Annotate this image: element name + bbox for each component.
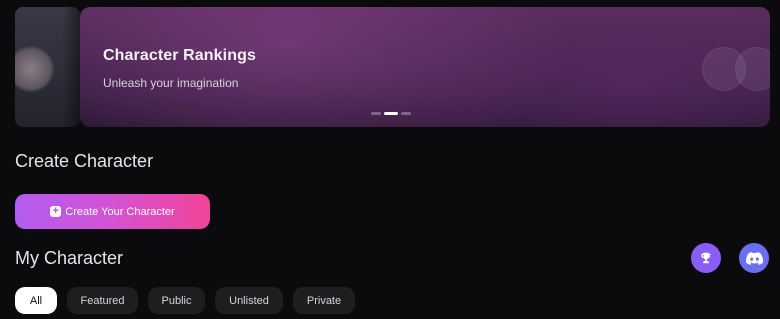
character-filter-tabs: All Featured Public Unlisted Private: [15, 287, 355, 314]
filter-unlisted[interactable]: Unlisted: [215, 287, 283, 314]
filter-private[interactable]: Private: [293, 287, 355, 314]
plus-icon: +: [50, 206, 62, 217]
create-your-character-button[interactable]: + Create Your Character: [15, 194, 210, 229]
create-character-heading: Create Character: [15, 151, 154, 171]
decorative-circle: [735, 47, 770, 91]
discord-button[interactable]: [739, 243, 769, 273]
slide-thumbnail-image: [15, 47, 53, 91]
previous-slide-card[interactable]: [15, 7, 80, 127]
filter-public[interactable]: Public: [148, 287, 205, 314]
banner-slide-character-rankings[interactable]: Character Rankings Unleash your imaginat…: [80, 7, 770, 127]
my-character-heading: My Character: [15, 248, 124, 268]
rankings-button[interactable]: [691, 243, 721, 273]
trophy-icon: [701, 252, 711, 264]
filter-featured[interactable]: Featured: [67, 287, 138, 314]
carousel-dot[interactable]: [371, 112, 381, 115]
banner-carousel[interactable]: Character Rankings Unleash your imaginat…: [15, 7, 770, 127]
carousel-pagination: [371, 112, 411, 115]
banner-subtitle: Unleash your imagination: [103, 76, 239, 90]
banner-title: Character Rankings: [103, 47, 256, 64]
create-button-label: Create Your Character: [65, 205, 175, 218]
discord-icon: [745, 251, 763, 265]
carousel-dot-active[interactable]: [384, 112, 398, 115]
filter-all[interactable]: All: [15, 287, 57, 314]
carousel-dot[interactable]: [401, 112, 411, 115]
